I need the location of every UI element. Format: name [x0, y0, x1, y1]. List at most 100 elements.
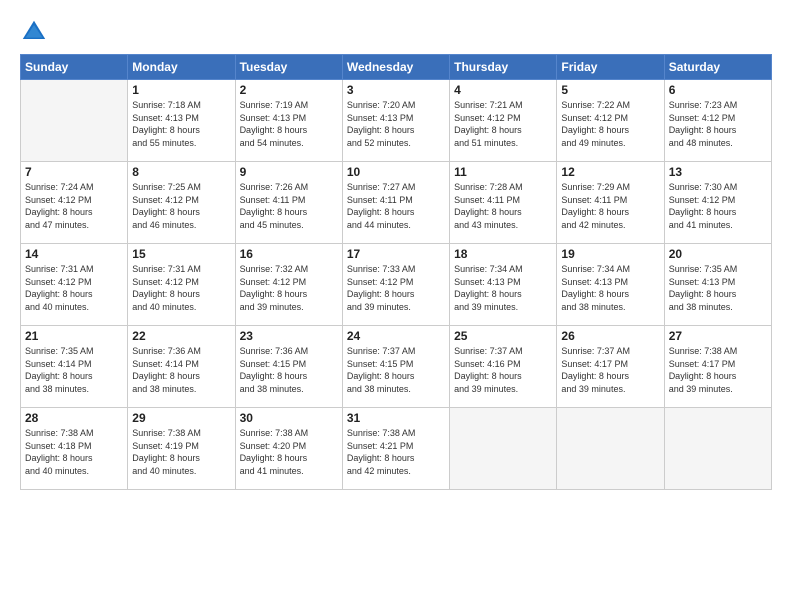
day-number: 3 [347, 83, 445, 97]
day-number: 15 [132, 247, 230, 261]
calendar-cell [450, 408, 557, 490]
calendar-cell: 2 Sunrise: 7:19 AM Sunset: 4:13 PM Daylig… [235, 80, 342, 162]
day-header-friday: Friday [557, 55, 664, 80]
calendar-cell: 3 Sunrise: 7:20 AM Sunset: 4:13 PM Daylig… [342, 80, 449, 162]
day-number: 5 [561, 83, 659, 97]
week-row-5: 28 Sunrise: 7:38 AM Sunset: 4:18 PM Dayli… [21, 408, 772, 490]
cell-info: Sunrise: 7:21 AM Sunset: 4:12 PM Dayligh… [454, 99, 552, 149]
cell-info: Sunrise: 7:34 AM Sunset: 4:13 PM Dayligh… [561, 263, 659, 313]
calendar-cell: 9Sunrise: 7:26 AM Sunset: 4:11 PM Daylig… [235, 162, 342, 244]
day-header-thursday: Thursday [450, 55, 557, 80]
cell-info: Sunrise: 7:31 AM Sunset: 4:12 PM Dayligh… [132, 263, 230, 313]
calendar-cell: 7 Sunrise: 7:24 AM Sunset: 4:12 PM Daylig… [21, 162, 128, 244]
cell-info: Sunrise: 7:36 AM Sunset: 4:15 PM Dayligh… [240, 345, 338, 395]
day-header-wednesday: Wednesday [342, 55, 449, 80]
day-number: 28 [25, 411, 123, 425]
cell-info: Sunrise: 7:37 AM Sunset: 4:16 PM Dayligh… [454, 345, 552, 395]
calendar-cell: 1 Sunrise: 7:18 AM Sunset: 4:13 PM Daylig… [128, 80, 235, 162]
cell-info: Sunrise: 7:33 AM Sunset: 4:12 PM Dayligh… [347, 263, 445, 313]
calendar-cell: 13Sunrise: 7:30 AM Sunset: 4:12 PM Dayli… [664, 162, 771, 244]
day-number: 23 [240, 329, 338, 343]
day-header-tuesday: Tuesday [235, 55, 342, 80]
cell-info: Sunrise: 7:36 AM Sunset: 4:14 PM Dayligh… [132, 345, 230, 395]
header [20, 18, 772, 46]
day-number: 30 [240, 411, 338, 425]
calendar-cell: 12 Sunrise: 7:29 AM Sunset: 4:11 PM Dayli… [557, 162, 664, 244]
calendar-cell: 31 Sunrise: 7:38 AM Sunset: 4:21 PM Dayli… [342, 408, 449, 490]
calendar-cell: 27Sunrise: 7:38 AM Sunset: 4:17 PM Dayli… [664, 326, 771, 408]
calendar-header-row: SundayMondayTuesdayWednesdayThursdayFrid… [21, 55, 772, 80]
day-number: 16 [240, 247, 338, 261]
cell-info: Sunrise: 7:38 AM Sunset: 4:19 PM Dayligh… [132, 427, 230, 477]
page: SundayMondayTuesdayWednesdayThursdayFrid… [0, 0, 792, 612]
logo [20, 18, 52, 46]
calendar-cell: 11Sunrise: 7:28 AM Sunset: 4:11 PM Dayli… [450, 162, 557, 244]
calendar-cell: 18 Sunrise: 7:34 AM Sunset: 4:13 PM Dayli… [450, 244, 557, 326]
day-number: 29 [132, 411, 230, 425]
calendar-cell [557, 408, 664, 490]
day-number: 31 [347, 411, 445, 425]
cell-info: Sunrise: 7:28 AM Sunset: 4:11 PM Dayligh… [454, 181, 552, 231]
day-number: 13 [669, 165, 767, 179]
calendar-cell: 16Sunrise: 7:32 AM Sunset: 4:12 PM Dayli… [235, 244, 342, 326]
week-row-1: 1 Sunrise: 7:18 AM Sunset: 4:13 PM Daylig… [21, 80, 772, 162]
day-number: 14 [25, 247, 123, 261]
day-header-sunday: Sunday [21, 55, 128, 80]
day-number: 22 [132, 329, 230, 343]
calendar-cell: 20Sunrise: 7:35 AM Sunset: 4:13 PM Dayli… [664, 244, 771, 326]
calendar-cell: 19 Sunrise: 7:34 AM Sunset: 4:13 PM Dayli… [557, 244, 664, 326]
cell-info: Sunrise: 7:25 AM Sunset: 4:12 PM Dayligh… [132, 181, 230, 231]
week-row-4: 21 Sunrise: 7:35 AM Sunset: 4:14 PM Dayli… [21, 326, 772, 408]
cell-info: Sunrise: 7:18 AM Sunset: 4:13 PM Dayligh… [132, 99, 230, 149]
calendar-cell: 5 Sunrise: 7:22 AM Sunset: 4:12 PM Daylig… [557, 80, 664, 162]
day-number: 25 [454, 329, 552, 343]
cell-info: Sunrise: 7:29 AM Sunset: 4:11 PM Dayligh… [561, 181, 659, 231]
cell-info: Sunrise: 7:38 AM Sunset: 4:18 PM Dayligh… [25, 427, 123, 477]
day-number: 21 [25, 329, 123, 343]
day-number: 10 [347, 165, 445, 179]
day-number: 12 [561, 165, 659, 179]
cell-info: Sunrise: 7:20 AM Sunset: 4:13 PM Dayligh… [347, 99, 445, 149]
cell-info: Sunrise: 7:27 AM Sunset: 4:11 PM Dayligh… [347, 181, 445, 231]
cell-info: Sunrise: 7:34 AM Sunset: 4:13 PM Dayligh… [454, 263, 552, 313]
calendar-cell: 21 Sunrise: 7:35 AM Sunset: 4:14 PM Dayli… [21, 326, 128, 408]
calendar-cell: 22 Sunrise: 7:36 AM Sunset: 4:14 PM Dayli… [128, 326, 235, 408]
calendar-cell: 28 Sunrise: 7:38 AM Sunset: 4:18 PM Dayli… [21, 408, 128, 490]
cell-info: Sunrise: 7:24 AM Sunset: 4:12 PM Dayligh… [25, 181, 123, 231]
cell-info: Sunrise: 7:22 AM Sunset: 4:12 PM Dayligh… [561, 99, 659, 149]
cell-info: Sunrise: 7:31 AM Sunset: 4:12 PM Dayligh… [25, 263, 123, 313]
day-number: 7 [25, 165, 123, 179]
calendar-cell: 6 Sunrise: 7:23 AM Sunset: 4:12 PM Daylig… [664, 80, 771, 162]
day-number: 17 [347, 247, 445, 261]
calendar-cell: 26Sunrise: 7:37 AM Sunset: 4:17 PM Dayli… [557, 326, 664, 408]
calendar-cell: 23 Sunrise: 7:36 AM Sunset: 4:15 PM Dayli… [235, 326, 342, 408]
week-row-3: 14 Sunrise: 7:31 AM Sunset: 4:12 PM Dayli… [21, 244, 772, 326]
calendar-cell [21, 80, 128, 162]
calendar: SundayMondayTuesdayWednesdayThursdayFrid… [20, 54, 772, 490]
calendar-cell: 30 Sunrise: 7:38 AM Sunset: 4:20 PM Dayli… [235, 408, 342, 490]
week-row-2: 7 Sunrise: 7:24 AM Sunset: 4:12 PM Daylig… [21, 162, 772, 244]
calendar-cell: 17 Sunrise: 7:33 AM Sunset: 4:12 PM Dayli… [342, 244, 449, 326]
day-number: 6 [669, 83, 767, 97]
cell-info: Sunrise: 7:38 AM Sunset: 4:21 PM Dayligh… [347, 427, 445, 477]
day-number: 8 [132, 165, 230, 179]
cell-info: Sunrise: 7:37 AM Sunset: 4:17 PM Dayligh… [561, 345, 659, 395]
calendar-cell: 15 Sunrise: 7:31 AM Sunset: 4:12 PM Dayli… [128, 244, 235, 326]
day-number: 1 [132, 83, 230, 97]
cell-info: Sunrise: 7:19 AM Sunset: 4:13 PM Dayligh… [240, 99, 338, 149]
day-number: 9 [240, 165, 338, 179]
day-number: 2 [240, 83, 338, 97]
cell-info: Sunrise: 7:35 AM Sunset: 4:13 PM Dayligh… [669, 263, 767, 313]
day-number: 27 [669, 329, 767, 343]
logo-icon [20, 18, 48, 46]
cell-info: Sunrise: 7:37 AM Sunset: 4:15 PM Dayligh… [347, 345, 445, 395]
day-header-monday: Monday [128, 55, 235, 80]
day-number: 19 [561, 247, 659, 261]
day-number: 24 [347, 329, 445, 343]
cell-info: Sunrise: 7:23 AM Sunset: 4:12 PM Dayligh… [669, 99, 767, 149]
calendar-cell: 8 Sunrise: 7:25 AM Sunset: 4:12 PM Daylig… [128, 162, 235, 244]
cell-info: Sunrise: 7:35 AM Sunset: 4:14 PM Dayligh… [25, 345, 123, 395]
calendar-cell: 29 Sunrise: 7:38 AM Sunset: 4:19 PM Dayli… [128, 408, 235, 490]
day-number: 18 [454, 247, 552, 261]
cell-info: Sunrise: 7:38 AM Sunset: 4:20 PM Dayligh… [240, 427, 338, 477]
